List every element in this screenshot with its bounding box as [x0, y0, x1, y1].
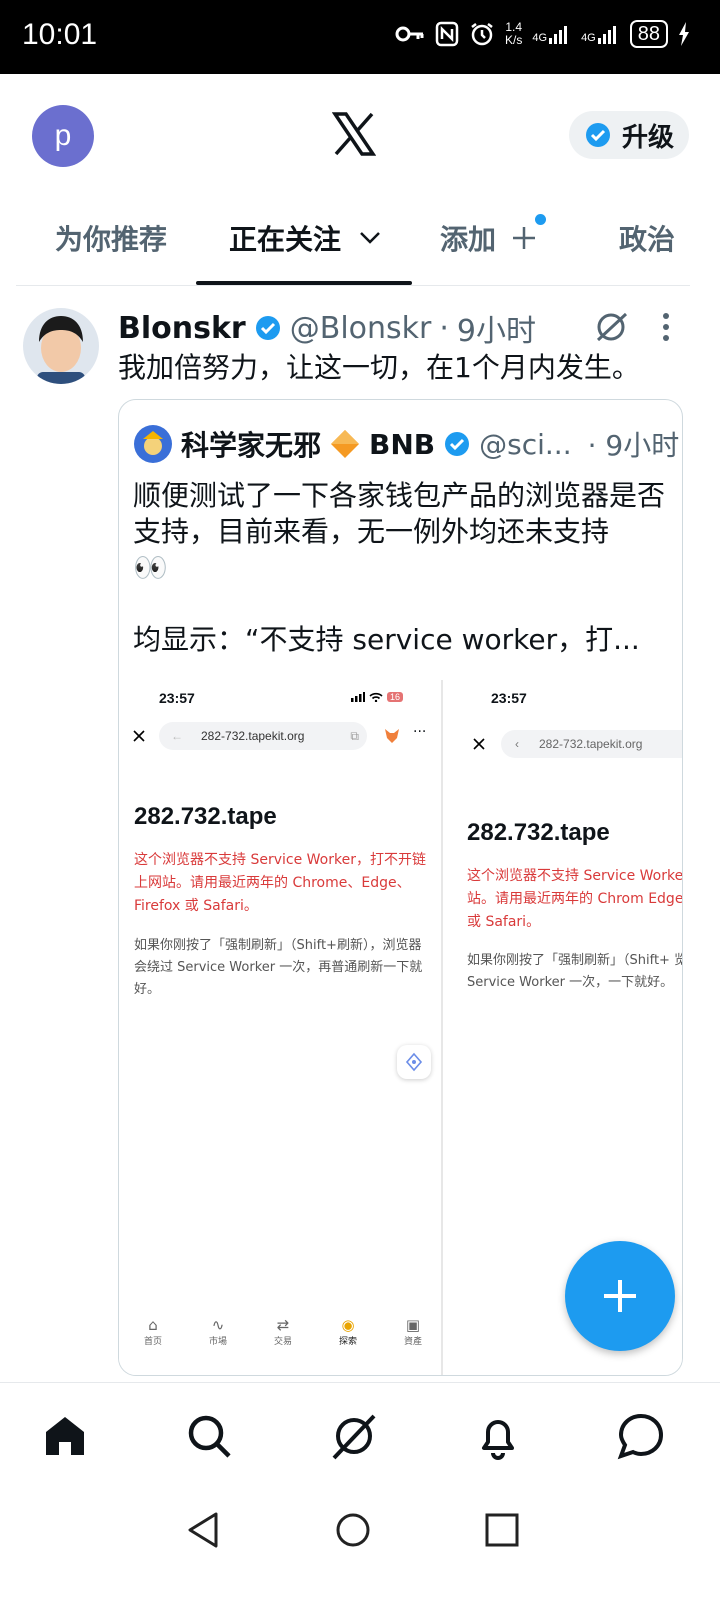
- system-home-icon[interactable]: [333, 1510, 373, 1550]
- grok-nav-icon[interactable]: [330, 1412, 378, 1460]
- quote-badge-text: BNB: [369, 427, 436, 461]
- shot1-bottom-nav: ⌂ 首页 ∿ 市場 ⇄ 交易 ◉ 探索 ▣ 資產: [133, 1316, 433, 1347]
- bottom-nav-divider: [0, 1382, 720, 1383]
- shot1-time: 23:57: [159, 690, 195, 706]
- status-bar: 10:01 1.4 K/s 4G 4G 88: [0, 0, 720, 74]
- author-avatar-image: [23, 308, 99, 384]
- shot1-nav-trade: ⇄ 交易: [273, 1316, 292, 1347]
- wifi-icon: [369, 692, 383, 702]
- signal-bars-icon: [549, 26, 568, 44]
- fox-wallet-icon: [385, 729, 399, 743]
- quote-text-line1: 顺便测试了一下各家钱包产品的浏览器是否支持，目前来看，无一例外均还未支持: [133, 479, 666, 548]
- tab-add-label: 添加: [440, 223, 497, 256]
- profile-avatar[interactable]: p: [32, 105, 94, 167]
- status-icons: 1.4 K/s 4G 4G 88: [395, 20, 690, 48]
- signal-bars-icon: [597, 26, 616, 44]
- tab-following-label: 正在关注: [229, 223, 342, 256]
- shot2-title: 282.732.tape: [467, 819, 610, 846]
- more-options-icon[interactable]: [660, 312, 672, 342]
- shot2-grey-text: 如果你刚按了「强制刷新」（Shift+ 览器会绕过 Service Worker…: [467, 953, 682, 990]
- grok-icon[interactable]: [594, 310, 628, 344]
- back-chevron-icon: ‹: [515, 737, 519, 751]
- embedded-screenshot-1[interactable]: 23:57 16 ← 282-732.tapekit.org ⧉ ··· 282…: [119, 680, 441, 1375]
- upgrade-button[interactable]: 升级: [569, 111, 689, 159]
- verified-badge-icon: [585, 123, 610, 147]
- alarm-icon: [471, 23, 493, 46]
- quote-text: 顺便测试了一下各家钱包产品的浏览器是否支持，目前来看，无一例外均还未支持 👀 均…: [133, 478, 673, 658]
- quote-text-line2: 均显示：“不支持 service worker，打...: [133, 623, 640, 656]
- net-speed: 1.4 K/s: [505, 20, 523, 47]
- quoted-tweet[interactable]: 科学家无邪 BNB @sci... · 9小时 顺便测试了一下各家钱包产品的浏览…: [118, 399, 683, 1376]
- key-icon: [395, 26, 424, 42]
- shot1-nav-explore: ◉ 探索: [338, 1316, 357, 1347]
- nfc-icon: [435, 21, 459, 47]
- close-icon: [133, 730, 145, 742]
- shot1-status-icons: 16: [351, 692, 404, 702]
- quote-author-name[interactable]: 科学家无邪: [181, 424, 321, 464]
- system-recents-icon[interactable]: [482, 1510, 522, 1550]
- quote-author-avatar[interactable]: [133, 424, 173, 464]
- back-arrow-icon: ←: [171, 729, 183, 743]
- clock: 10:01: [22, 18, 98, 51]
- quote-time: · 9小时: [587, 429, 680, 462]
- compose-button[interactable]: [565, 1241, 675, 1351]
- more-dots-icon: ···: [413, 724, 427, 740]
- author-handle[interactable]: @Blonskr: [290, 311, 432, 346]
- shot1-nav-assets: ▣ 資產: [403, 1316, 422, 1347]
- battery-indicator: 88: [629, 20, 668, 48]
- shot1-nav-home: ⌂ 首页: [143, 1316, 162, 1347]
- shot1-url: 282-732.tapekit.org: [201, 729, 305, 743]
- tab-following[interactable]: 正在关注: [229, 218, 381, 258]
- tab-add[interactable]: 添加: [440, 218, 536, 258]
- signal-1: 4G: [532, 24, 571, 44]
- shot2-red-text: 这个浏览器不支持 Service Worke 链上网站。请用最近两年的 Chro…: [467, 868, 683, 930]
- upgrade-label: 升级: [621, 122, 674, 153]
- search-icon[interactable]: [185, 1412, 233, 1460]
- shot2-url-bar: ‹ 282-732.tapekit.org: [501, 730, 682, 758]
- shot1-nav-market: ∿ 市場: [208, 1316, 227, 1347]
- separator-dot: ·: [439, 310, 449, 346]
- verified-badge-icon: [445, 432, 470, 456]
- x-logo-icon: [332, 112, 376, 156]
- shot1-grey-text: 如果你刚按了「强制刷新」（Shift+刷新），浏览器会绕过 Service Wo…: [134, 938, 423, 997]
- verified-badge-icon: [255, 316, 280, 340]
- quote-header: 科学家无邪 BNB @sci... · 9小时: [133, 424, 679, 464]
- author-avatar[interactable]: [23, 308, 99, 384]
- diamond-icon: [331, 430, 360, 458]
- chevron-down-icon[interactable]: [359, 231, 381, 245]
- plus-icon: [604, 1280, 636, 1312]
- close-icon: [473, 738, 485, 750]
- tab-for-you[interactable]: 为你推荐: [55, 218, 167, 258]
- signal-2: 4G: [581, 24, 620, 44]
- shot2-url: 282-732.tapekit.org: [539, 737, 643, 751]
- quote-handle[interactable]: @sci...: [479, 428, 571, 461]
- assistant-icon: [397, 1045, 431, 1079]
- tabs-divider: [16, 285, 690, 286]
- quote-emoji: 👀: [133, 551, 168, 584]
- tweet-text: 我加倍努力，让这一切，在1个月内发生。: [118, 351, 640, 384]
- shot1-battery: 16: [387, 692, 404, 702]
- charging-icon: [679, 22, 689, 46]
- translate-icon: ⧉: [350, 728, 359, 743]
- shot1-title: 282.732.tape: [134, 803, 277, 830]
- notifications-bell-icon[interactable]: [474, 1412, 522, 1460]
- shot2-time: 23:57: [491, 690, 527, 706]
- tab-politics[interactable]: 政治: [619, 218, 675, 258]
- tweet-time: 9小时: [456, 314, 536, 349]
- shot1-red-text: 这个浏览器不支持 Service Worker，打不开链上网站。请用最近两年的 …: [134, 852, 426, 914]
- signal-bars-icon: [351, 692, 365, 702]
- home-icon[interactable]: [41, 1412, 89, 1460]
- messages-icon[interactable]: [617, 1412, 665, 1460]
- system-back-icon[interactable]: [184, 1510, 224, 1550]
- plus-icon: [513, 227, 536, 249]
- shot1-url-bar: ← 282-732.tapekit.org ⧉: [159, 722, 367, 750]
- author-name[interactable]: Blonskr: [118, 311, 246, 346]
- tweet-header: Blonskr @Blonskr · 9小时: [118, 306, 536, 350]
- notification-dot: [535, 214, 546, 225]
